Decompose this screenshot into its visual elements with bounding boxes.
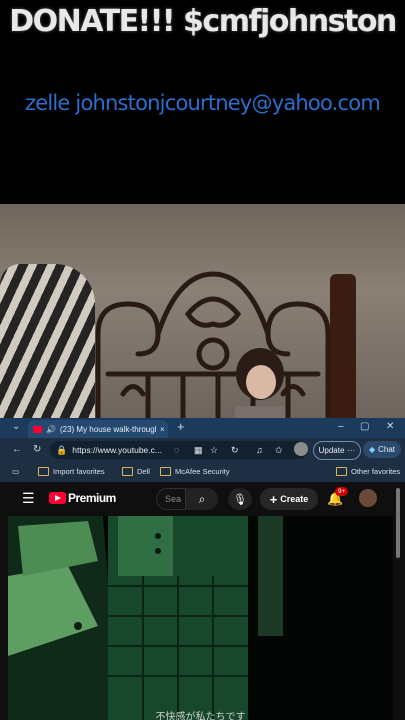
menu-hamburger-icon[interactable]: ☰ — [22, 490, 35, 507]
scrollbar[interactable] — [396, 488, 400, 558]
lock-icon: 🔒 — [56, 444, 68, 455]
youtube-header: ☰ Premium Sea ⌕ 🎙 + Create 🔔 9+ — [0, 482, 405, 516]
search-icon: ⌕ — [198, 491, 206, 506]
account-avatar[interactable] — [359, 489, 377, 507]
favorites-bar-icon[interactable]: ▭ — [12, 467, 19, 476]
update-button[interactable]: Update ··· — [313, 441, 361, 460]
favorite-star-icon[interactable]: ☆ — [210, 445, 218, 456]
video-subtitle: 不快感が私たちです — [155, 712, 246, 720]
folder-icon — [122, 467, 133, 476]
tab-bar: ⌄ 🔊 (23) My house walk-through × + – ▢ ✕ — [0, 418, 405, 438]
tab-youtube[interactable]: 🔊 (23) My house walk-through × — [28, 420, 168, 438]
youtube-logo-icon[interactable] — [49, 492, 66, 504]
dell-link[interactable]: Dell — [122, 467, 150, 476]
zelle-overlay-text: zelle johnstonjcourtney@yahoo.com — [25, 91, 381, 115]
bed-post — [330, 274, 356, 418]
iron-headboard — [95, 271, 331, 418]
search-input[interactable]: Sea — [156, 488, 186, 510]
video-player[interactable]: 不快感が私たちです — [8, 516, 393, 720]
microphone-icon: 🎙 — [233, 493, 247, 506]
close-window-icon[interactable]: ✕ — [386, 421, 394, 432]
address-bar-row: ← ↻ 🔒 https://www.youtube.c... ◌ ▦ ☆ ↻ ♫… — [0, 438, 405, 462]
avatar[interactable] — [294, 442, 308, 456]
new-tab-icon[interactable]: + — [177, 419, 185, 434]
chat-button[interactable]: ◆ Chat — [363, 441, 401, 458]
address-field[interactable]: 🔒 https://www.youtube.c... ◌ ▦ ☆ ↻ ♫ ✩ — [50, 441, 308, 459]
webcam-feed — [0, 204, 405, 418]
person-in-bed — [235, 348, 285, 418]
import-favorites-link[interactable]: Import favorites — [38, 467, 105, 476]
read-aloud-icon[interactable]: ♫ — [256, 445, 263, 455]
browser-window: ⌄ 🔊 (23) My house walk-through × + – ▢ ✕… — [0, 418, 405, 720]
youtube-premium-label[interactable]: Premium — [68, 491, 116, 505]
copilot-icon[interactable]: ◌ — [174, 445, 179, 455]
zebra-fabric — [0, 264, 95, 418]
speaker-icon[interactable]: 🔊 — [46, 425, 56, 434]
copilot-chat-icon: ◆ — [368, 445, 376, 454]
minimize-icon[interactable]: – — [338, 421, 344, 432]
back-arrow-icon[interactable]: ← — [12, 444, 22, 455]
search-button[interactable]: ⌕ — [186, 488, 218, 510]
donate-overlay-text: DONATE!!! $cmfjohnston — [9, 4, 397, 39]
favorites-icon[interactable]: ✩ — [275, 445, 283, 456]
chevron-down-icon[interactable]: ⌄ — [12, 421, 20, 432]
voice-search-button[interactable]: 🎙 — [228, 488, 252, 510]
youtube-icon — [33, 425, 42, 433]
refresh-icon[interactable]: ↻ — [33, 444, 41, 455]
folder-icon — [38, 467, 49, 476]
create-button[interactable]: + Create — [260, 488, 318, 510]
video-frame — [8, 516, 393, 720]
close-tab-icon[interactable]: × — [160, 425, 165, 434]
folder-icon — [336, 467, 347, 476]
maximize-icon[interactable]: ▢ — [360, 421, 369, 432]
plus-icon: + — [269, 491, 278, 507]
mcafee-link[interactable]: McAfee Security — [160, 467, 230, 476]
other-favorites-link[interactable]: Other favorites — [336, 467, 400, 476]
reload-icon[interactable]: ↻ — [231, 445, 239, 456]
favorites-bar: ▭ Import favorites Dell McAfee Security … — [0, 462, 405, 482]
notification-count-badge: 9+ — [335, 487, 349, 496]
folder-icon — [160, 467, 171, 476]
tab-title: (23) My house walk-through — [59, 424, 156, 434]
split-screen-icon[interactable]: ▦ — [194, 445, 203, 456]
address-url: https://www.youtube.c... — [72, 445, 162, 455]
